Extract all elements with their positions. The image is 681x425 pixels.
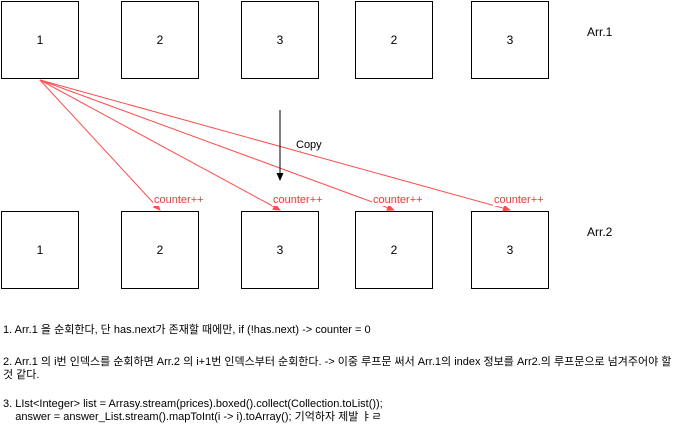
arr1-cell-3: 2 bbox=[355, 1, 433, 79]
arrow-to-arr2-cell-4 bbox=[39, 79, 511, 212]
note-2: 2. Arr.1 의 i번 인덱스를 순회하면 Arr.2 의 i+1번 인덱스… bbox=[3, 356, 675, 381]
edge-label-4: counter++ bbox=[493, 194, 545, 206]
arr1-cell-1-value: 2 bbox=[156, 33, 164, 47]
arr1-cell-4-value: 3 bbox=[506, 33, 514, 47]
arr2-cell-2: 3 bbox=[241, 211, 319, 289]
arr2-cell-4: 3 bbox=[471, 211, 549, 289]
arr2-cell-4-value: 3 bbox=[506, 243, 514, 257]
note-1: 1. Arr.1 을 순회한다, 단 has.next가 존재할 때에만, if… bbox=[3, 324, 371, 336]
arr1-cell-2: 3 bbox=[241, 1, 319, 79]
arr1-label: Arr.1 bbox=[587, 25, 613, 39]
note-3: 3. LIst<Integer> list = Arrasy.stream(pr… bbox=[3, 398, 383, 423]
arr2-cell-3: 2 bbox=[355, 211, 433, 289]
arr1-cell-4: 3 bbox=[471, 1, 549, 79]
edge-label-2: counter++ bbox=[272, 194, 324, 206]
arrow-to-arr2-cell-3 bbox=[39, 79, 395, 211]
arr1-cell-3-value: 2 bbox=[390, 33, 398, 47]
arr1-cell-2-value: 3 bbox=[276, 33, 284, 47]
arr1-cell-1: 2 bbox=[121, 1, 199, 79]
arr2-cell-0: 1 bbox=[1, 211, 79, 289]
arr2-cell-1-value: 2 bbox=[156, 243, 164, 257]
copy-label: Copy bbox=[296, 139, 322, 151]
arr2-label: Arr.2 bbox=[587, 225, 613, 239]
arr2-cell-2-value: 3 bbox=[276, 243, 284, 257]
arrow-to-arr2-cell-1 bbox=[39, 79, 161, 211]
arr2-cell-3-value: 2 bbox=[390, 243, 398, 257]
edge-label-1: counter++ bbox=[153, 194, 205, 206]
arr1-cell-0: 1 bbox=[1, 1, 79, 79]
arr2-cell-1: 2 bbox=[121, 211, 199, 289]
arr1-cell-0-value: 1 bbox=[36, 33, 44, 47]
arr2-cell-0-value: 1 bbox=[36, 243, 44, 257]
arrow-to-arr2-cell-2 bbox=[39, 79, 281, 211]
edge-label-3: counter++ bbox=[372, 194, 424, 206]
